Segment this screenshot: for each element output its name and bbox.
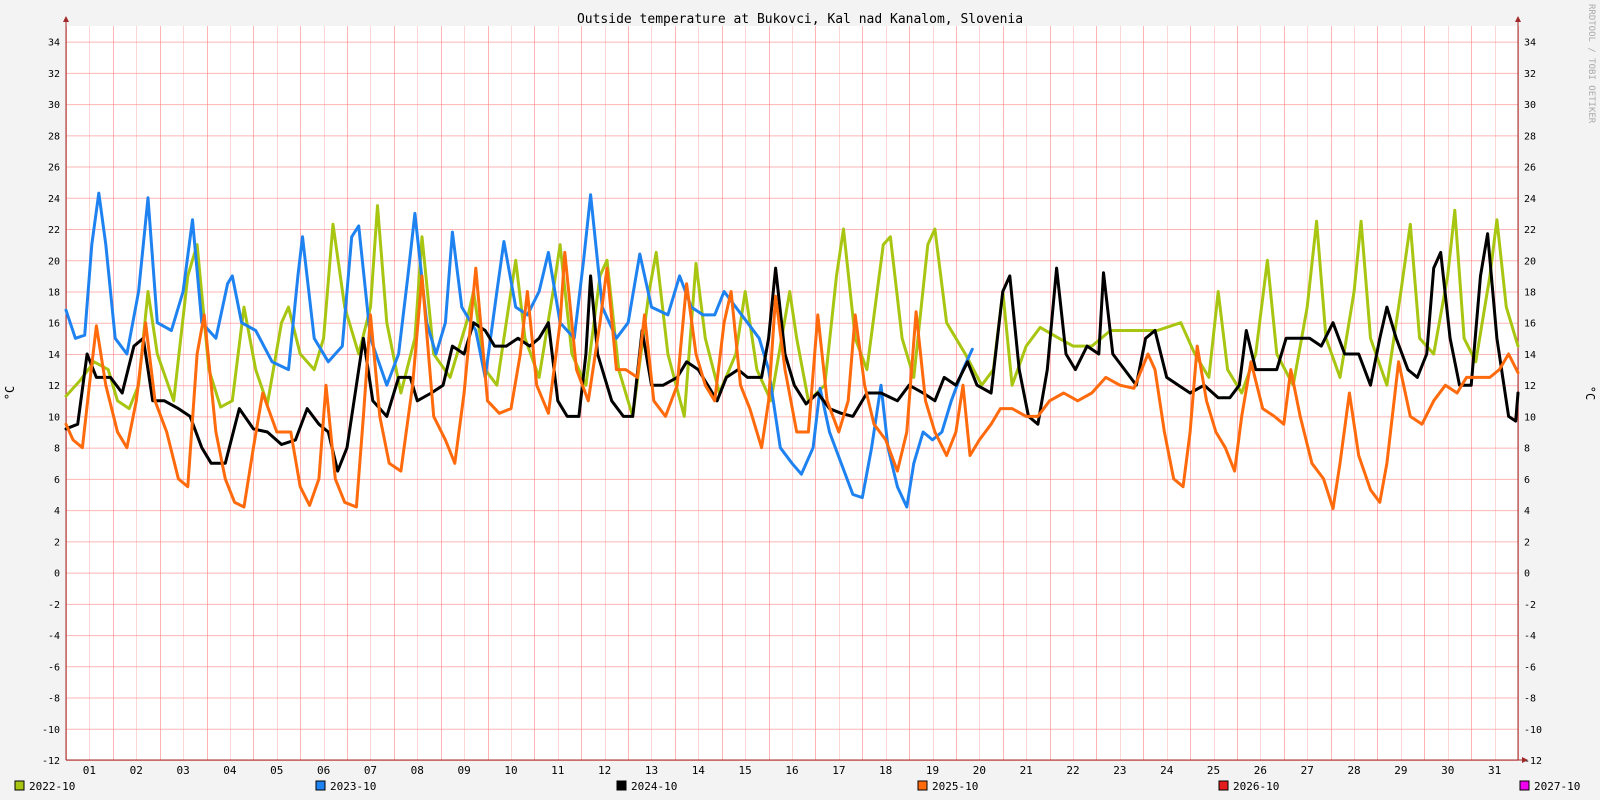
y-tick-label-left: -10 [42, 725, 60, 736]
x-tick-label: 31 [1488, 764, 1501, 777]
legend-swatch-2023-10 [315, 780, 326, 791]
y-tick-label-right: 10 [1524, 412, 1536, 423]
y-tick-label-right: 34 [1524, 38, 1536, 49]
y-tick-label-left: 32 [48, 69, 60, 80]
y-tick-label-left: 30 [48, 100, 60, 111]
y-tick-label-left: 2 [54, 537, 60, 548]
legend-label-2022-10: 2022-10 [29, 780, 75, 793]
x-tick-label: 11 [551, 764, 564, 777]
y-tick-label-left: -2 [48, 600, 60, 611]
y-tick-label-left: 12 [48, 381, 60, 392]
y-tick-label-right: 16 [1524, 319, 1536, 330]
legend-label-2027-10: 2027-10 [1534, 780, 1580, 793]
x-tick-label: 09 [458, 764, 471, 777]
x-tick-label: 24 [1160, 764, 1174, 777]
legend-swatch-2025-10 [917, 780, 928, 791]
y-tick-label-left: 0 [54, 569, 60, 580]
legend-label-2024-10: 2024-10 [631, 780, 677, 793]
y-tick-label-left: 22 [48, 225, 60, 236]
y-tick-label-right: 6 [1524, 475, 1530, 486]
x-tick-label: 29 [1394, 764, 1407, 777]
legend-swatch-2022-10 [14, 780, 25, 791]
x-tick-label: 13 [645, 764, 658, 777]
y-tick-label-left: -4 [48, 631, 60, 642]
y-tick-label-right: 14 [1524, 350, 1536, 361]
y-tick-label-right: -10 [1524, 725, 1542, 736]
x-tick-label: 21 [1020, 764, 1033, 777]
y-tick-label-left: 28 [48, 131, 60, 142]
x-tick-label: 20 [973, 764, 986, 777]
legend-label-2025-10: 2025-10 [932, 780, 978, 793]
chart-title: Outside temperature at Bukovci, Kal nad … [577, 12, 1023, 27]
y-tick-label-left: 14 [48, 350, 60, 361]
y-tick-label-right: -12 [1524, 756, 1542, 767]
x-tick-label: 03 [176, 764, 189, 777]
y-tick-label-left: 8 [54, 444, 60, 455]
y-tick-label-right: 24 [1524, 194, 1536, 205]
y-tick-label-right: 32 [1524, 69, 1536, 80]
x-tick-label: 07 [364, 764, 377, 777]
x-tick-label: 06 [317, 764, 330, 777]
x-tick-label: 26 [1254, 764, 1267, 777]
x-tick-label: 04 [223, 764, 237, 777]
x-tick-label: 27 [1301, 764, 1314, 777]
y-axis-label-right: °C [1583, 386, 1597, 400]
x-tick-label: 16 [785, 764, 798, 777]
legend-swatch-2026-10 [1218, 780, 1229, 791]
legend-label-2023-10: 2023-10 [330, 780, 376, 793]
y-tick-label-left: 6 [54, 475, 60, 486]
x-tick-label: 30 [1441, 764, 1454, 777]
x-tick-label: 01 [83, 764, 96, 777]
legend-swatch-2027-10 [1519, 780, 1530, 791]
y-tick-label-left: 4 [54, 506, 60, 517]
y-tick-label-right: 12 [1524, 381, 1536, 392]
x-tick-label: 08 [411, 764, 424, 777]
x-tick-label: 02 [130, 764, 143, 777]
y-tick-label-right: 28 [1524, 131, 1536, 142]
y-tick-label-left: 16 [48, 319, 60, 330]
y-tick-label-left: -6 [48, 662, 60, 673]
legend-swatch-2024-10 [616, 780, 627, 791]
y-tick-label-right: 22 [1524, 225, 1536, 236]
y-tick-label-right: 0 [1524, 569, 1530, 580]
y-tick-label-left: 26 [48, 163, 60, 174]
legend-label-2026-10: 2026-10 [1233, 780, 1279, 793]
y-tick-label-left: 18 [48, 287, 60, 298]
x-tick-label: 28 [1347, 764, 1360, 777]
y-tick-label-left: -12 [42, 756, 60, 767]
y-tick-label-right: -2 [1524, 600, 1536, 611]
x-tick-label: 17 [832, 764, 845, 777]
y-tick-label-right: -8 [1524, 694, 1536, 705]
x-tick-label: 10 [504, 764, 517, 777]
y-tick-label-right: 4 [1524, 506, 1530, 517]
x-tick-label: 14 [692, 764, 706, 777]
y-tick-label-left: 20 [48, 256, 60, 267]
rrdtool-watermark: RRDTOOL / TOBI OETIKER [1586, 4, 1596, 124]
temperature-chart: -12-10-8-6-4-202468101214161820222426283… [0, 0, 1600, 800]
y-tick-label-right: 26 [1524, 163, 1536, 174]
x-tick-label: 19 [926, 764, 939, 777]
y-tick-label-left: -8 [48, 694, 60, 705]
y-tick-label-right: 30 [1524, 100, 1536, 111]
x-tick-label: 23 [1113, 764, 1126, 777]
y-tick-label-right: 8 [1524, 444, 1530, 455]
x-tick-label: 25 [1207, 764, 1220, 777]
x-tick-label: 22 [1066, 764, 1079, 777]
y-tick-label-left: 34 [48, 38, 60, 49]
y-tick-label-right: -6 [1524, 662, 1536, 673]
y-axis-label-left: °C [3, 386, 17, 400]
x-tick-label: 18 [879, 764, 892, 777]
y-tick-label-right: 20 [1524, 256, 1536, 267]
y-tick-label-right: -4 [1524, 631, 1536, 642]
x-tick-label: 12 [598, 764, 611, 777]
y-tick-label-right: 2 [1524, 537, 1530, 548]
y-tick-label-left: 24 [48, 194, 60, 205]
y-tick-label-right: 18 [1524, 287, 1536, 298]
x-tick-label: 15 [739, 764, 752, 777]
y-tick-label-left: 10 [48, 412, 60, 423]
x-tick-label: 05 [270, 764, 283, 777]
